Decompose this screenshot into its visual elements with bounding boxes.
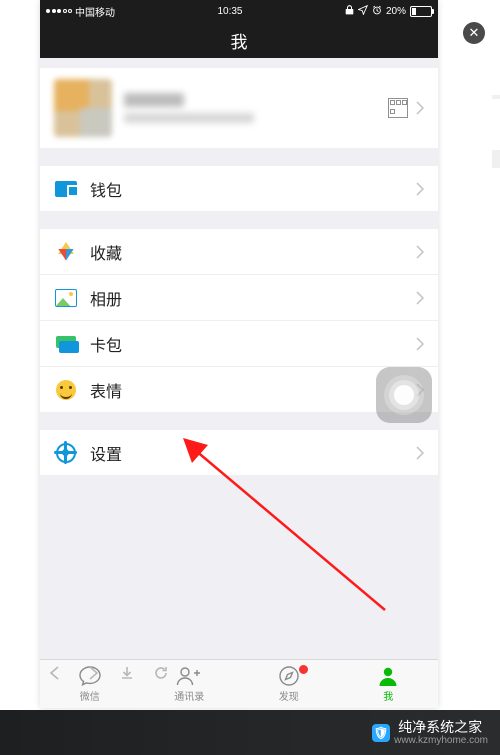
chevron-right-icon [416,182,424,196]
signal-dots-icon [46,9,72,13]
profile-cell[interactable] [40,68,438,148]
assistive-touch-button[interactable] [376,367,432,423]
tab-me[interactable]: 我 [339,660,439,708]
cell-album[interactable]: 相册 [40,275,438,321]
tab-discover[interactable]: 发现 [239,660,339,708]
settings-icon [54,441,78,465]
decorative-fragment [492,95,500,99]
content-area: 钱包 收藏 相册 卡包 [40,58,438,660]
discover-icon [278,665,300,687]
page-title: 我 [231,28,248,53]
viewer-close-button[interactable]: ✕ [463,22,485,44]
notification-badge [298,664,309,675]
tab-label: 我 [383,688,393,703]
emoji-icon [54,378,78,402]
cell-cards[interactable]: 卡包 [40,321,438,367]
chevron-right-icon [416,245,424,259]
wallet-icon [54,177,78,201]
tab-label: 通讯录 [174,688,204,703]
cell-label: 卡包 [90,332,408,356]
viewer-toolbar [48,666,168,680]
cell-label: 收藏 [90,240,408,264]
cell-label: 钱包 [90,177,408,201]
chevron-right-icon [416,101,424,115]
cell-settings[interactable]: 设置 [40,430,438,475]
alarm-icon [372,5,382,18]
qr-code-icon[interactable] [388,98,408,118]
cell-wallet[interactable]: 钱包 [40,166,438,211]
watermark-logo-icon: 🛡 [372,724,390,742]
nav-bar: 我 [40,20,438,60]
tab-label: 发现 [279,688,299,703]
contacts-icon [176,665,202,687]
section-wallet: 钱包 [40,166,438,211]
back-icon[interactable] [48,666,64,680]
watermark-url: www.kzmyhome.com [394,735,488,747]
download-icon[interactable] [120,666,134,680]
location-icon [358,5,368,18]
carrier-label: 中国移动 [75,4,115,19]
chevron-right-icon [416,337,424,351]
album-icon [54,286,78,310]
me-icon [377,665,399,687]
lock-icon [345,5,354,18]
phone-frame: 中国移动 10:35 20% 我 [40,0,438,708]
favorites-icon [54,240,78,264]
forward-icon[interactable] [84,666,100,680]
status-bar: 中国移动 10:35 20% [40,0,438,20]
watermark-title: 纯净系统之家 [398,719,482,735]
cell-label: 表情 [90,378,408,402]
battery-icon [410,6,432,17]
decorative-fragment [492,150,500,168]
cell-favorites[interactable]: 收藏 [40,229,438,275]
chevron-right-icon [416,446,424,460]
profile-name-block [124,93,388,123]
section-settings: 设置 [40,430,438,475]
watermark-bar: 🛡 纯净系统之家 www.kzmyhome.com [0,710,500,755]
cards-icon [54,332,78,356]
battery-pct-label: 20% [386,6,406,17]
tab-label: 微信 [80,688,100,703]
clock-label: 10:35 [217,6,242,17]
chevron-right-icon [416,291,424,305]
cell-label: 设置 [90,441,408,465]
refresh-icon[interactable] [154,666,168,680]
avatar [54,79,112,137]
cell-label: 相册 [90,286,408,310]
